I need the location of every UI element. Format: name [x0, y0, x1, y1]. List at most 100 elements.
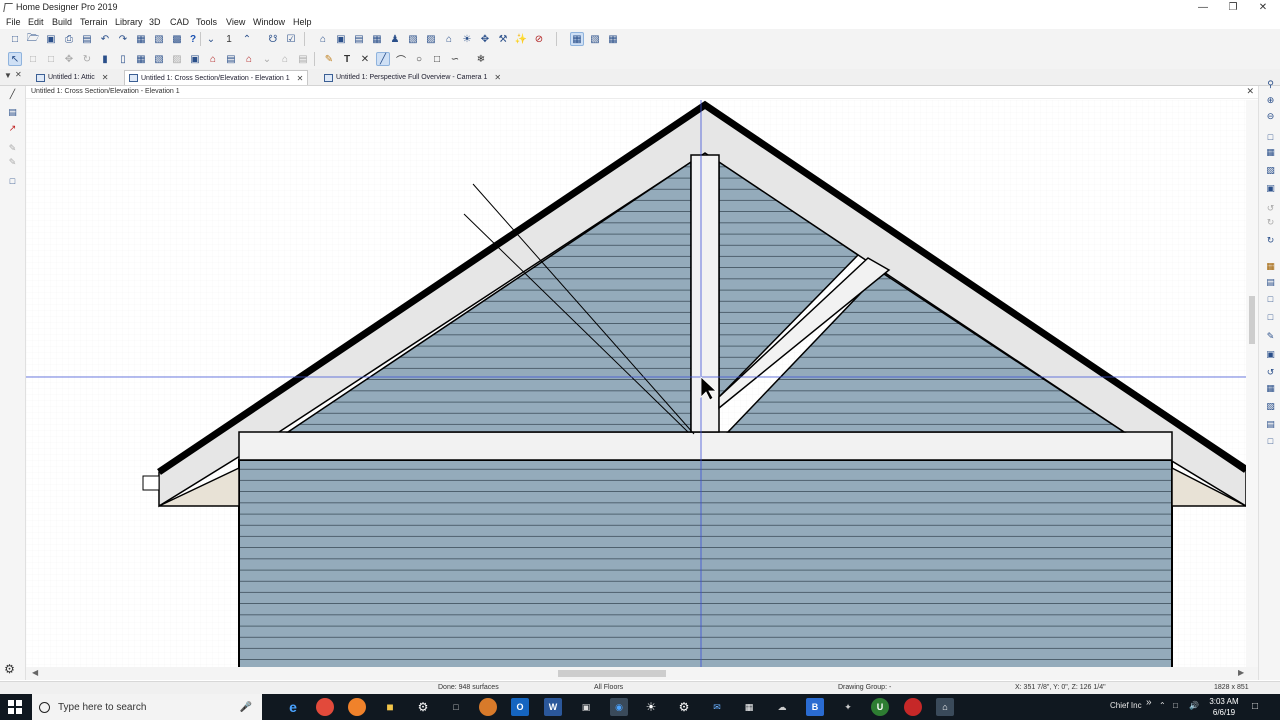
elevation-drawing[interactable]	[26, 100, 1258, 668]
draw-line-icon[interactable]: ╱	[6, 88, 19, 101]
check-icon[interactable]: ☑	[284, 32, 298, 46]
close-tab-icon[interactable]: ✕	[494, 73, 501, 82]
wall-icon[interactable]: ▮	[98, 52, 112, 66]
new-file-icon[interactable]: □	[8, 32, 22, 46]
move-disabled-icon[interactable]: ✥	[62, 52, 76, 66]
undo-count[interactable]: 1	[222, 32, 236, 46]
tabs-close-icon[interactable]: ✕	[15, 70, 22, 79]
vertical-scrollbar[interactable]	[1246, 100, 1258, 667]
system-clock[interactable]: 3:03 AM 6/6/19	[1206, 696, 1242, 718]
grid-snap-icon[interactable]: ▧	[1264, 400, 1277, 413]
chrome-icon[interactable]	[316, 698, 334, 716]
close-view-icon[interactable]: ✕	[1246, 86, 1254, 97]
close-tab-icon[interactable]: ✕	[102, 73, 109, 82]
arc-icon[interactable]: ⌒	[394, 52, 408, 67]
undo-icon[interactable]: ↶	[98, 32, 112, 46]
firefox-icon[interactable]	[348, 698, 366, 716]
line-icon[interactable]: ╱	[376, 52, 390, 66]
chevron-up-icon[interactable]: »	[1146, 697, 1152, 708]
rotate-left-disabled-icon[interactable]: ↺	[1264, 202, 1277, 215]
cloud-app-icon[interactable]: ☁	[773, 698, 791, 716]
paint-app-icon[interactable]	[479, 698, 497, 716]
stairs-disabled-icon[interactable]: ▨	[170, 52, 184, 66]
pan-icon[interactable]: ✥	[478, 32, 492, 46]
bird-app-icon[interactable]: ✦	[839, 698, 857, 716]
plans-icon[interactable]: ▦	[134, 32, 148, 46]
menu-library[interactable]: Library	[115, 17, 143, 27]
horizontal-scrollbar[interactable]: ◀ ▶	[26, 667, 1258, 680]
close-tab-icon[interactable]: ✕	[297, 74, 304, 83]
doll-house-icon[interactable]: ▧	[406, 32, 420, 46]
close-button[interactable]: ✕	[1248, 1, 1278, 14]
measure-icon[interactable]: ▤	[6, 106, 19, 119]
grid-icon[interactable]: ▦	[1264, 382, 1277, 395]
landscape-disabled-icon[interactable]: ▤	[296, 52, 310, 66]
window-layout-icon[interactable]: ▦	[606, 32, 620, 46]
layout-icon[interactable]: ▧	[152, 32, 166, 46]
elevation-icon[interactable]: ▦	[370, 32, 384, 46]
rotate-disabled-icon[interactable]: ↻	[80, 52, 94, 66]
menu-cad[interactable]: CAD	[170, 17, 189, 27]
text-icon[interactable]: T	[340, 52, 354, 66]
up-floor-icon[interactable]: ⌃	[240, 32, 254, 46]
open-folder-icon[interactable]: 🗁	[26, 32, 40, 46]
settings-gear-icon[interactable]: ⚙	[3, 662, 16, 676]
library-icon[interactable]: ▦	[1264, 260, 1277, 273]
word-icon[interactable]: W	[544, 698, 562, 716]
x-icon[interactable]: ✕	[358, 52, 372, 66]
select-objects-icon[interactable]: ↖	[8, 52, 22, 66]
paint-icon[interactable]: ❄	[474, 52, 488, 66]
overview-icon[interactable]: ▨	[424, 32, 438, 46]
b-app-icon[interactable]: B	[806, 698, 824, 716]
pin-icon[interactable]: ▼	[4, 71, 12, 80]
reference-icon[interactable]: ▤	[1264, 418, 1277, 431]
horizontal-scroll-thumb[interactable]	[558, 670, 666, 677]
edit-disabled-icon[interactable]: □	[26, 52, 40, 66]
minimize-button[interactable]: —	[1188, 1, 1218, 14]
zoom-out-icon[interactable]: ⊖	[1264, 110, 1277, 123]
camera-view-icon[interactable]: ▣	[334, 32, 348, 46]
menu-terrain[interactable]: Terrain	[80, 17, 108, 27]
snap-icon[interactable]: ▣	[1264, 348, 1277, 361]
tape-icon[interactable]: ☋	[266, 32, 280, 46]
angle-snap-icon[interactable]: ↺	[1264, 366, 1277, 379]
menu-edit[interactable]: Edit	[28, 17, 44, 27]
fascia-marker[interactable]	[142, 475, 160, 491]
home-view-icon[interactable]: ⌂	[442, 32, 456, 46]
tile-windows-icon[interactable]: ▦	[570, 32, 584, 46]
app-blank-icon[interactable]: □	[447, 698, 465, 716]
drawing-canvas[interactable]	[26, 100, 1258, 668]
menu-window[interactable]: Window	[253, 17, 285, 27]
tray-chevron-icon[interactable]: ⌃	[1159, 701, 1166, 710]
volume-icon[interactable]: 🔊	[1189, 701, 1199, 710]
scroll-left-icon[interactable]: ◀	[32, 668, 38, 677]
deck-disabled-icon[interactable]: ⌄	[260, 52, 274, 66]
undo-zoom-icon[interactable]: □	[1264, 130, 1277, 143]
vertical-scroll-thumb[interactable]	[1249, 296, 1255, 344]
framing-icon[interactable]: ▤	[224, 52, 238, 66]
spline-icon[interactable]: ∽	[448, 52, 462, 66]
pencil-disabled-icon[interactable]: ✎	[6, 142, 19, 155]
menu-tools[interactable]: Tools	[196, 17, 217, 27]
fireplace-icon[interactable]: ⌂	[242, 52, 256, 66]
windows-start-icon[interactable]	[8, 700, 22, 714]
cascade-icon[interactable]: ▧	[588, 32, 602, 46]
rotate-right-disabled-icon[interactable]: ↻	[1264, 216, 1277, 229]
camera-app-icon[interactable]: ◉	[610, 698, 628, 716]
tab-cross-section[interactable]: Untitled 1: Cross Section/Elevation - El…	[124, 70, 309, 85]
select-down-icon[interactable]: ⌄	[204, 32, 218, 46]
rectangle-icon[interactable]: □	[430, 52, 444, 66]
network-icon[interactable]: □	[1173, 701, 1178, 710]
steam-icon[interactable]: ⚙	[414, 698, 432, 716]
sun-icon[interactable]: ☀	[460, 32, 474, 46]
window-icon[interactable]: ▦	[134, 52, 148, 66]
save-icon[interactable]: ▣	[44, 32, 58, 46]
door-icon[interactable]: ▯	[116, 52, 130, 66]
fill-window-all-icon[interactable]: ▧	[1264, 164, 1277, 177]
refresh-icon[interactable]: ↻	[1264, 234, 1277, 247]
zoom-window-icon[interactable]: ⚲	[1264, 78, 1277, 91]
wall-siding[interactable]	[238, 459, 1173, 668]
notifications-icon[interactable]: □	[1252, 701, 1258, 712]
menu-file[interactable]: File	[6, 17, 21, 27]
gear-app-icon[interactable]: ⚙	[675, 698, 693, 716]
